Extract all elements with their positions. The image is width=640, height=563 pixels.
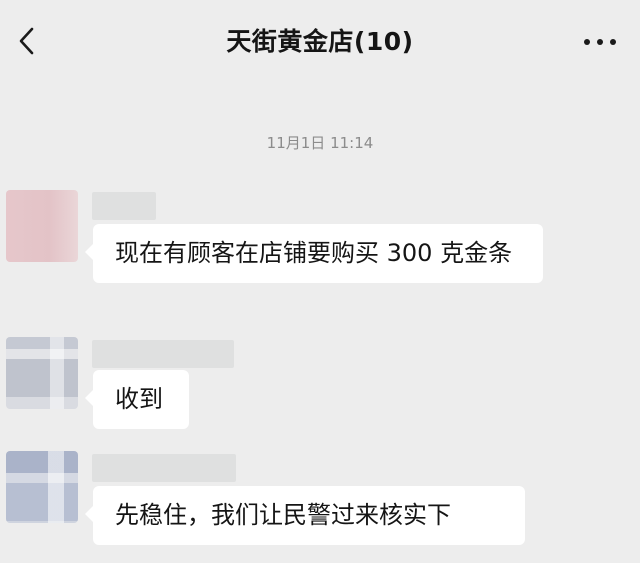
message-bubble[interactable]: 现在有顾客在店铺要购买 300 克金条 [85, 224, 543, 283]
sender-name-redacted [92, 340, 234, 368]
sender-name-redacted [92, 192, 156, 220]
sender-name-redacted [92, 454, 236, 482]
more-dots-icon [584, 39, 616, 45]
avatar[interactable] [6, 190, 78, 262]
message-bubble[interactable]: 收到 [85, 370, 189, 429]
avatar[interactable] [6, 451, 78, 523]
avatar[interactable] [6, 337, 78, 409]
more-button[interactable] [580, 28, 620, 56]
message-bubble[interactable]: 先稳住，我们让民警过来核实下 [85, 486, 525, 545]
top-bar: 天街黄金店(10) [0, 0, 640, 84]
message-timestamp: 11月1日 11:14 [266, 134, 374, 152]
chat-title: 天街黄金店(10) [226, 27, 414, 56]
